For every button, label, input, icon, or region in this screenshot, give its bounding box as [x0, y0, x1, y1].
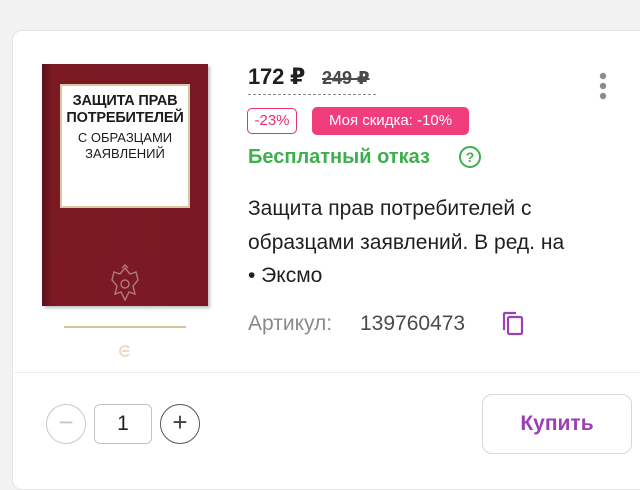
cover-title: ЗАЩИТА ПРАВ ПОТРЕБИТЕЛЕЙ	[66, 93, 184, 126]
cover-subtitle: С ОБРАЗЦАМИ ЗАЯВЛЕНИЙ	[77, 130, 173, 161]
product-title-line1: Защита прав потребителей с	[248, 197, 532, 220]
article-label: Артикул:	[248, 312, 333, 335]
cover-series-strip	[64, 326, 186, 328]
old-price: 249 ₽	[322, 68, 370, 88]
buy-button[interactable]: Купить	[482, 394, 632, 454]
publisher-name[interactable]: • Эксмо	[248, 264, 322, 288]
quantity-input[interactable]: 1	[94, 404, 152, 444]
product-title-line2: образцами заявлений. В ред. на	[248, 231, 565, 254]
publisher-logo	[119, 345, 130, 357]
article-number: 139760473	[360, 312, 466, 335]
question-circle-icon[interactable]: ?	[459, 146, 481, 168]
cover-label: ЗАЩИТА ПРАВ ПОТРЕБИТЕЛЕЙ С ОБРАЗЦАМИ ЗАЯ…	[60, 84, 190, 208]
free-refusal-label: Бесплатный отказ	[248, 146, 430, 168]
copy-icon[interactable]	[500, 310, 526, 338]
my-discount-badge[interactable]: Моя скидка: -10%	[312, 107, 469, 135]
more-vertical-icon[interactable]	[598, 72, 608, 102]
plus-circle-icon[interactable]: +	[160, 404, 200, 444]
divider	[12, 372, 640, 373]
book-cover-image[interactable]: ЗАЩИТА ПРАВ ПОТРЕБИТЕЛЕЙ С ОБРАЗЦАМИ ЗАЯ…	[42, 64, 208, 357]
minus-circle-icon[interactable]: −	[46, 404, 86, 444]
product-title[interactable]: Защита прав потребителей с образцами зая…	[248, 192, 638, 260]
discount-badge: -23%	[247, 108, 297, 134]
price-underline	[248, 94, 376, 95]
coat-of-arms-icon	[111, 264, 139, 302]
current-price: 172 ₽	[248, 64, 306, 89]
